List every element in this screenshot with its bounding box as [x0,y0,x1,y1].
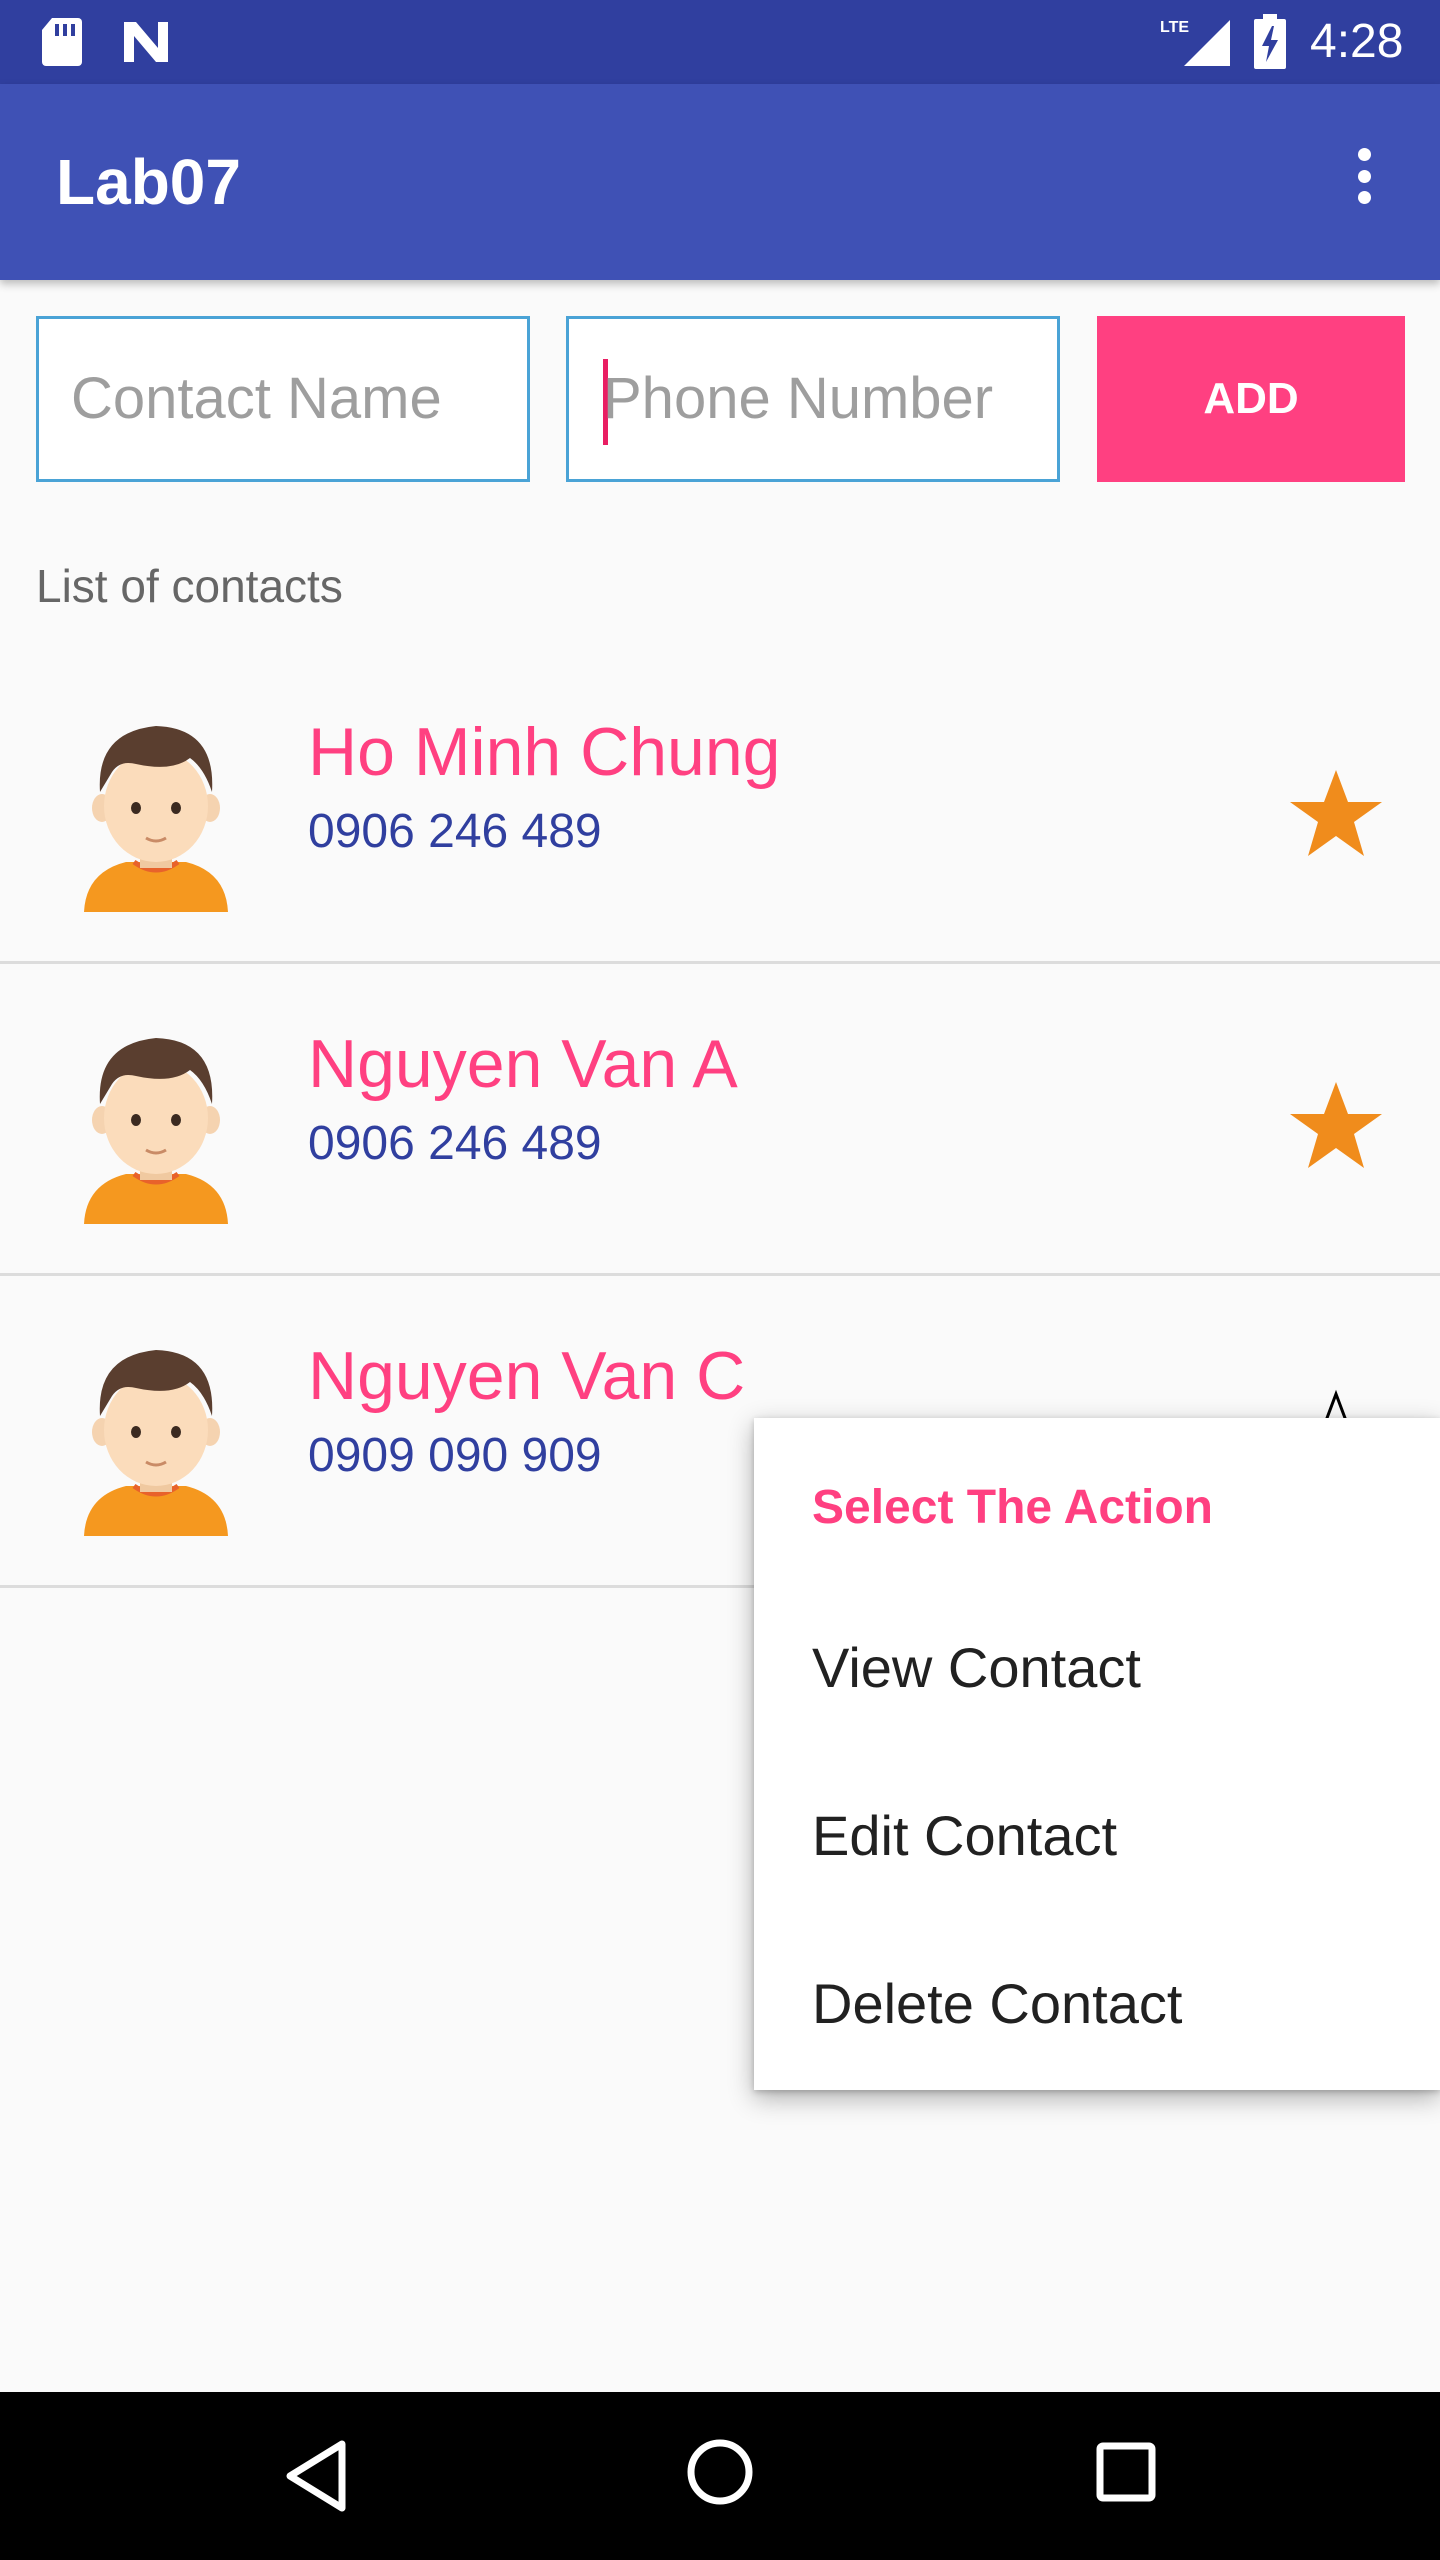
context-menu-title: Select The Action [812,1481,1213,1534]
context-menu: Select The Action View Contact Edit Cont… [754,1418,1440,2090]
status-bar: LTE 4:28 [0,0,1440,84]
contact-name-placeholder: Contact Name [71,366,442,431]
app-title: Lab07 [56,146,241,218]
recents-icon[interactable] [1094,2440,1158,2504]
contact-name: Ho Minh Chung [308,714,781,790]
battery-charging-icon [1254,14,1286,69]
android-n-icon [124,22,168,62]
contact-name: Nguyen Van A [308,1026,738,1102]
navigation-bar [0,2392,1440,2560]
star-filled-icon[interactable] [1286,764,1386,864]
menu-item-edit-contact[interactable]: Edit Contact [754,1752,1440,1920]
contact-phone: 0906 246 489 [308,805,602,858]
sd-card-icon [42,18,82,66]
avatar-icon [84,726,228,912]
avatar-icon [84,1038,228,1224]
svg-text:LTE: LTE [1160,19,1189,36]
more-vert-icon[interactable] [1340,140,1388,212]
contact-phone: 0909 090 909 [308,1429,602,1482]
contact-row[interactable]: Ho Minh Chung 0906 246 489 [0,652,1440,964]
menu-item-delete-contact[interactable]: Delete Contact [754,1920,1440,2088]
avatar-icon [84,1350,228,1536]
contact-row[interactable]: Nguyen Van A 0906 246 489 [0,964,1440,1276]
list-heading: List of contacts [36,560,343,612]
menu-item-view-contact[interactable]: View Contact [754,1584,1440,1752]
app-bar: Lab07 [0,84,1440,280]
contact-phone: 0906 246 489 [308,1117,602,1170]
phone-number-input[interactable]: Phone Number [566,316,1060,482]
lte-signal-icon: LTE [1160,19,1230,66]
add-button[interactable]: ADD [1097,316,1405,482]
back-icon[interactable] [282,2438,350,2514]
contact-name: Nguyen Van C [308,1338,746,1414]
home-icon[interactable] [684,2436,756,2508]
contact-name-input[interactable]: Contact Name [36,316,530,482]
status-clock: 4:28 [1310,15,1404,68]
star-filled-icon[interactable] [1286,1076,1386,1176]
phone-number-placeholder: Phone Number [603,366,994,431]
